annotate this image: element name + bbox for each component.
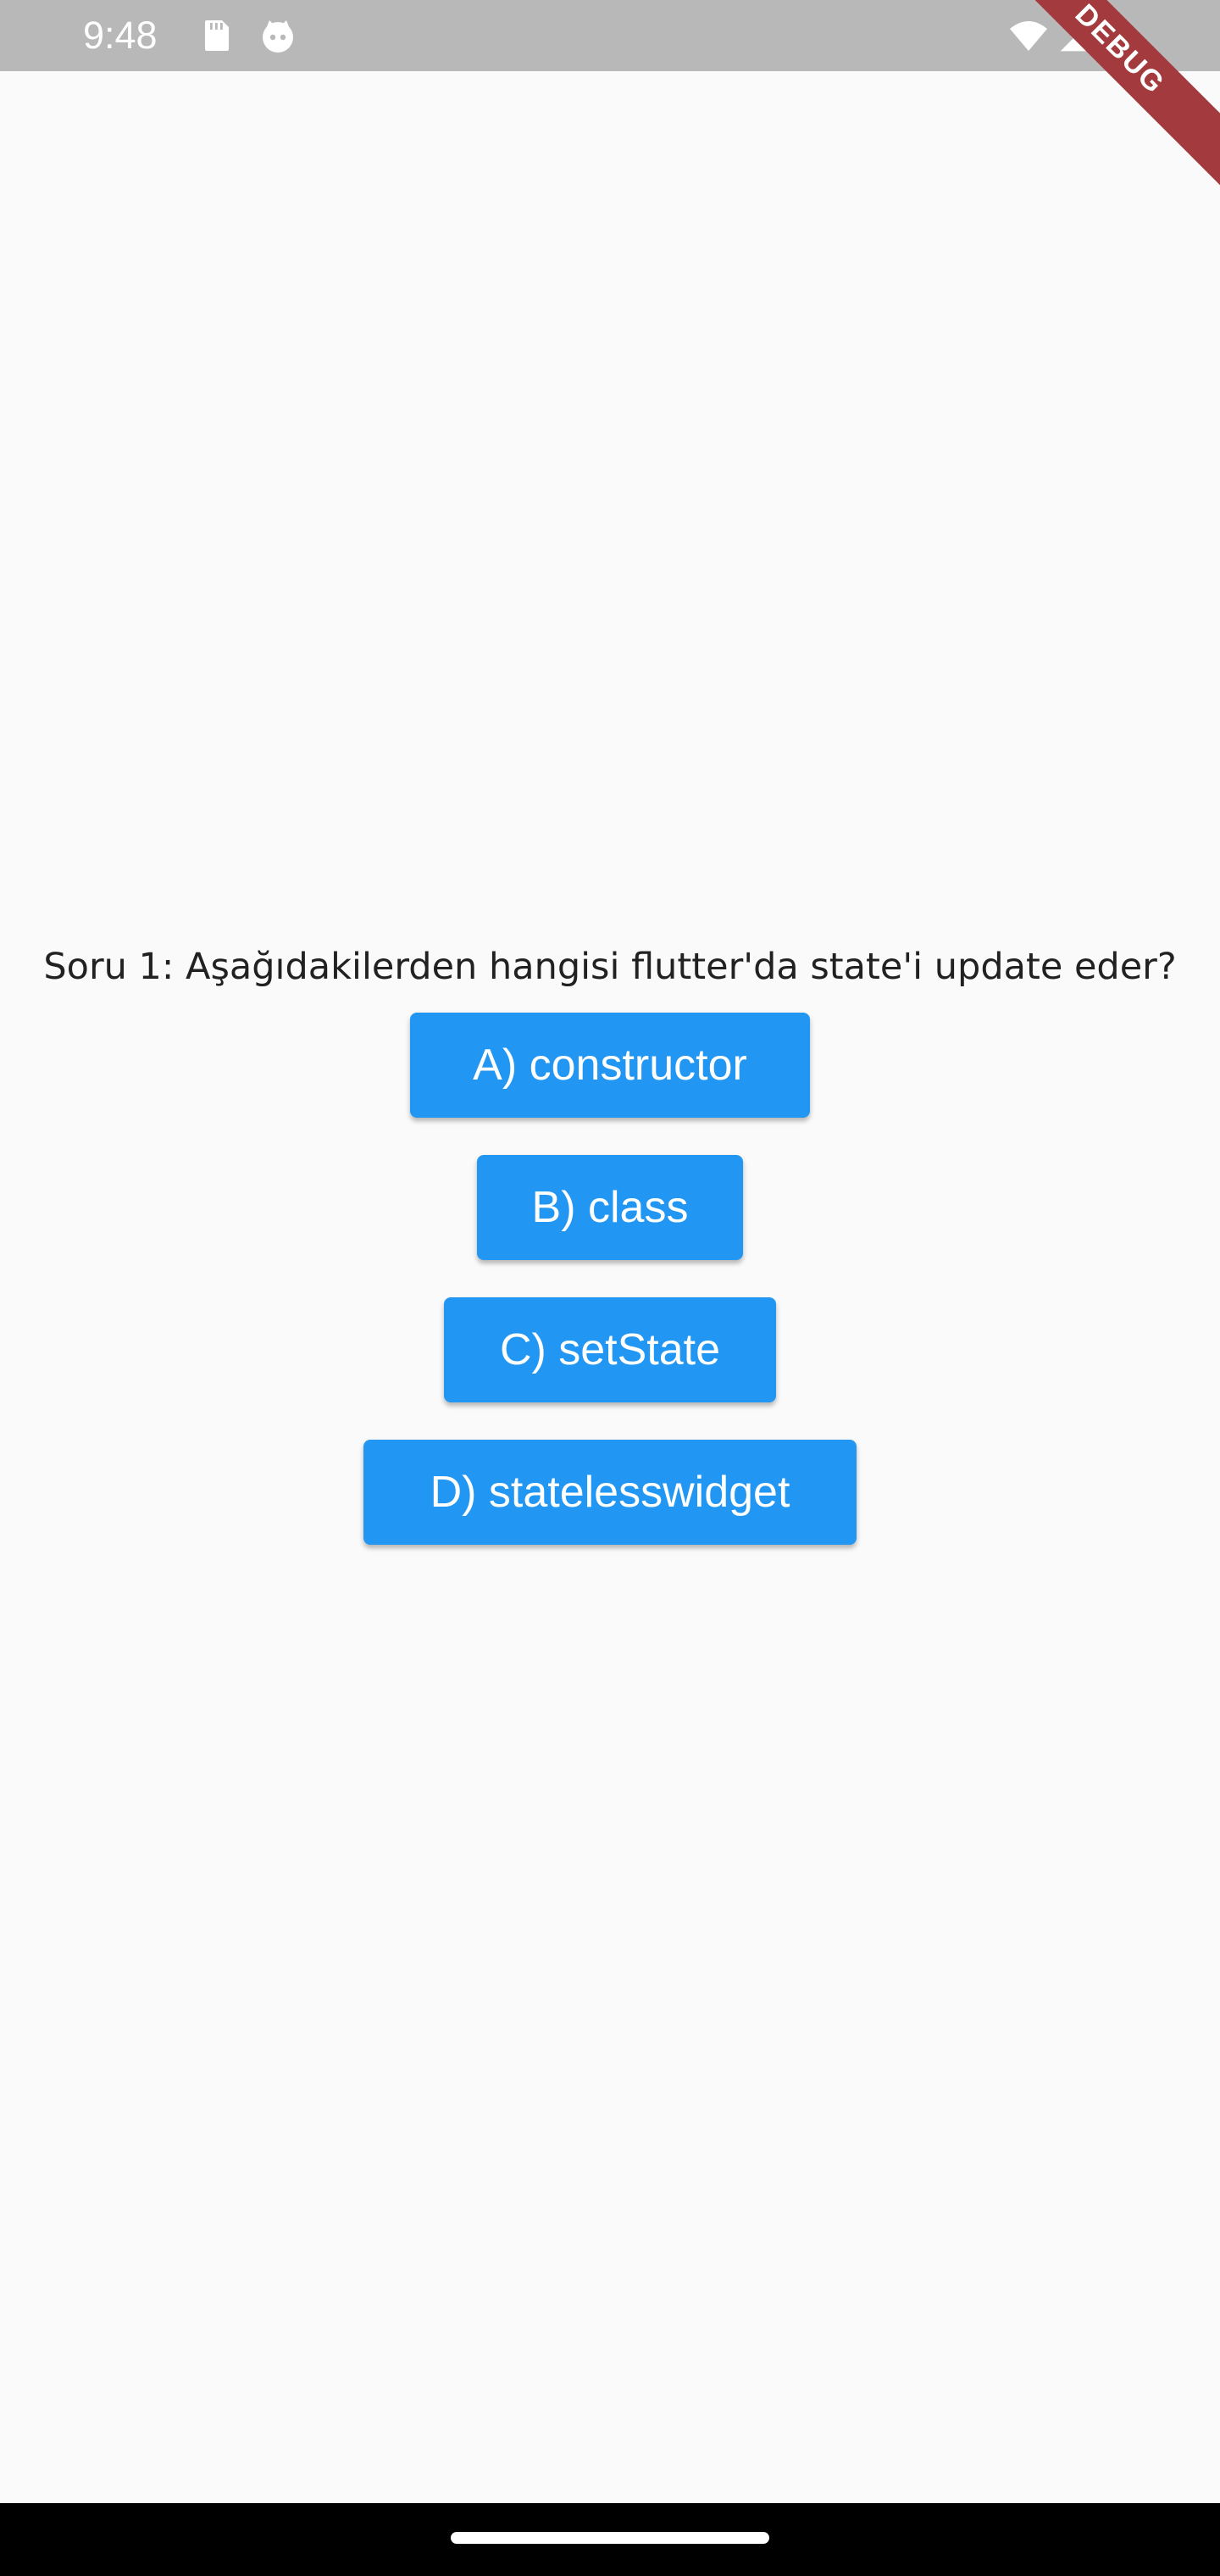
sd-card-icon bbox=[205, 20, 229, 51]
notification-face-icon bbox=[263, 20, 293, 53]
status-time: 9:48 bbox=[83, 14, 158, 57]
question-text: Soru 1: Aşağıdakilerden hangisi flutter'… bbox=[43, 946, 1177, 988]
answer-a-button[interactable]: A) constructor bbox=[410, 1013, 810, 1118]
home-handle[interactable] bbox=[451, 2532, 769, 2544]
navigation-bar bbox=[0, 2503, 1220, 2576]
answer-b-button[interactable]: B) class bbox=[477, 1155, 743, 1260]
status-bar: 9:48 bbox=[0, 0, 1220, 71]
answer-c-button[interactable]: C) setState bbox=[444, 1297, 776, 1402]
wifi-icon bbox=[1010, 21, 1047, 51]
answer-d-button[interactable]: D) statelesswidget bbox=[363, 1440, 857, 1545]
